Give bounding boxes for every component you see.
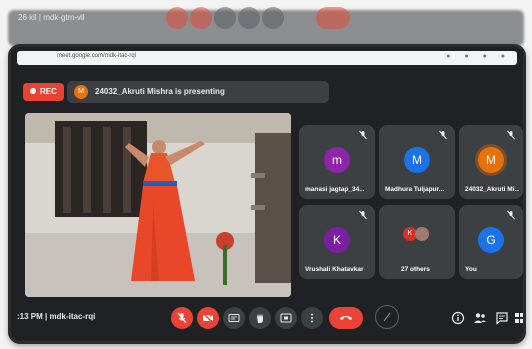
screenshot-scene: 26 kll | mdk-gtm-vll meet.google.com/mdk… <box>0 0 532 349</box>
mic-muted-icon <box>507 130 515 140</box>
browser-extension-icons: ● ● ● ● <box>446 53 511 60</box>
captions-button[interactable] <box>223 307 245 329</box>
participant-avatar: K <box>324 227 350 253</box>
pen-icon <box>383 312 391 322</box>
meeting-time: :13 PM <box>17 312 43 321</box>
background-mic-button <box>166 7 188 29</box>
mic-muted-icon <box>507 210 515 220</box>
more-options-button[interactable] <box>301 307 323 329</box>
background-leave-button <box>316 7 350 29</box>
leave-call-button[interactable] <box>329 307 363 329</box>
background-captions-button <box>214 7 236 29</box>
address-text: meet.google.com/mdk-itac-rqi <box>57 53 137 59</box>
meeting-control-bar: :13 PM | mdk-itac-rqi <box>11 297 523 341</box>
background-camera-button <box>190 7 212 29</box>
mic-muted-icon <box>359 130 367 140</box>
present-button[interactable] <box>275 307 297 329</box>
mic-muted-icon <box>359 210 367 220</box>
participant-avatar: M <box>478 147 504 173</box>
participant-name: Madhura Tuljapur... <box>385 186 445 193</box>
background-toolbar-text: 26 kll | mdk-gtm-vll <box>18 13 85 22</box>
recording-badge: REC <box>23 83 64 101</box>
presentation-video[interactable] <box>25 113 291 297</box>
people-icon[interactable] <box>473 311 487 325</box>
others-count: 27 others <box>401 266 430 273</box>
background-present-button <box>262 7 284 29</box>
camera-toggle-button[interactable] <box>197 307 219 329</box>
mic-toggle-button[interactable] <box>171 307 193 329</box>
participant-tile[interactable]: M 24032_Akruti Mi... <box>459 125 523 199</box>
participant-avatar: M <box>404 147 430 173</box>
participant-name: 24032_Akruti Mi... <box>465 186 519 193</box>
dancer-video-frame <box>25 113 291 297</box>
participant-tile[interactable]: K Vrushali Khatavkar <box>299 205 375 279</box>
chat-icon[interactable] <box>495 311 509 325</box>
self-avatar: G <box>478 227 504 253</box>
browser-address-bar[interactable]: meet.google.com/mdk-itac-rqi ● ● ● ● <box>17 51 517 65</box>
annotate-button[interactable] <box>375 305 399 329</box>
end-call-icon <box>340 316 352 320</box>
mic-off-icon <box>177 312 187 324</box>
participant-avatar: m <box>324 147 350 173</box>
mic-muted-icon <box>439 130 447 140</box>
camera-off-icon <box>202 312 214 324</box>
recording-label: REC <box>40 87 57 96</box>
presenter-avatar: M <box>74 85 88 99</box>
presenting-banner: M 24032_Akruti Mishra is presenting <box>67 81 329 103</box>
meeting-separator: | <box>45 312 48 321</box>
raise-hand-icon <box>257 313 263 323</box>
present-icon <box>280 313 292 323</box>
background-hand-button <box>238 7 260 29</box>
participant-tile[interactable]: M Madhura Tuljapur... <box>379 125 455 199</box>
participant-name: Vrushali Khatavkar <box>305 266 364 273</box>
meeting-code: mdk-itac-rqi <box>49 312 96 321</box>
self-name: You <box>465 266 477 273</box>
self-tile[interactable]: G You <box>459 205 523 279</box>
others-tile[interactable]: K 27 others <box>379 205 455 279</box>
activities-icon[interactable] <box>514 311 524 325</box>
participant-name: manasi jagtap_34... <box>305 186 365 193</box>
info-icon[interactable] <box>451 311 465 325</box>
raise-hand-button[interactable] <box>249 307 271 329</box>
participant-tile[interactable]: m manasi jagtap_34... <box>299 125 375 199</box>
meet-window: meet.google.com/mdk-itac-rqi ● ● ● ● REC… <box>8 44 526 344</box>
meeting-info: :13 PM | mdk-itac-rqi <box>17 312 95 321</box>
presenting-text: 24032_Akruti Mishra is presenting <box>95 87 225 96</box>
captions-icon <box>228 314 240 322</box>
record-dot-icon <box>30 88 36 94</box>
more-icon <box>311 313 313 323</box>
others-avatar-photo <box>415 227 429 241</box>
